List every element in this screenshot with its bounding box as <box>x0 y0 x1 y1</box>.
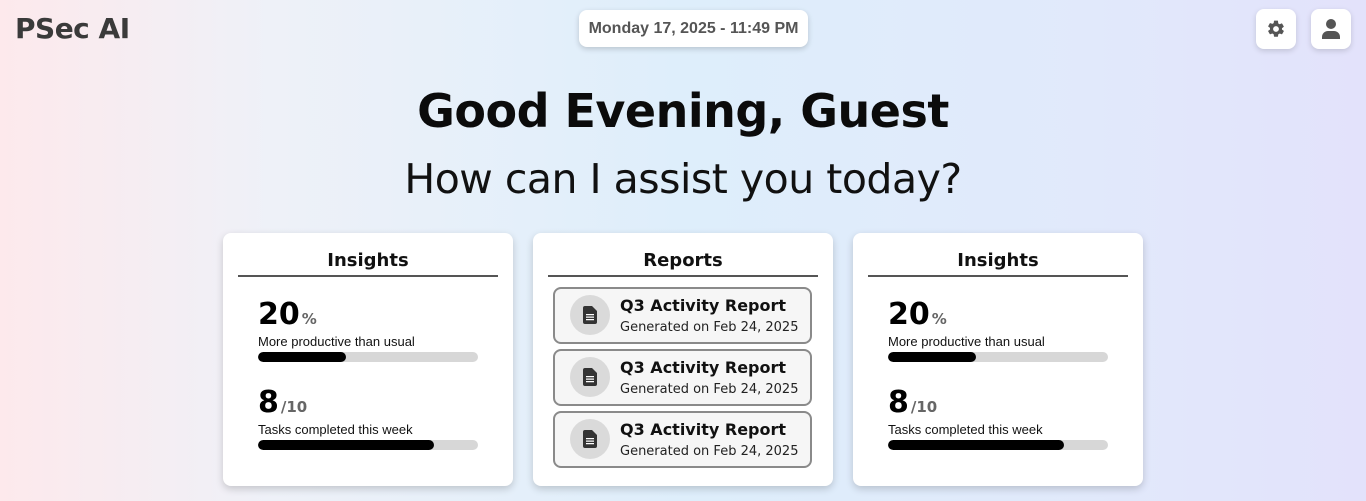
stat-unit: % <box>301 310 317 328</box>
productivity-stat: 20% More productive than usual <box>258 297 478 362</box>
progress-fill <box>888 352 976 362</box>
greeting-heading: Good Evening, Guest <box>417 84 949 138</box>
stat-label: More productive than usual <box>888 334 1045 349</box>
tasks-stat: 8/10 Tasks completed this week <box>888 385 1108 450</box>
stat-value: 20 <box>258 297 300 332</box>
insights-card-right: Insights 20% More productive than usual … <box>853 233 1143 486</box>
stat-label: Tasks completed this week <box>888 422 1043 437</box>
stat-label: More productive than usual <box>258 334 415 349</box>
progress-fill <box>258 440 434 450</box>
stat-label: Tasks completed this week <box>258 422 413 437</box>
stat-unit: /10 <box>910 398 938 416</box>
progress-bar <box>258 352 478 362</box>
stat-unit: % <box>931 310 947 328</box>
assist-subtitle: How can I assist you today? <box>404 155 962 203</box>
insights-card-left: Insights 20% More productive than usual … <box>223 233 513 486</box>
tasks-stat: 8/10 Tasks completed this week <box>258 385 478 450</box>
card-title: Insights <box>868 250 1128 277</box>
progress-fill <box>258 352 346 362</box>
card-title: Reports <box>548 250 818 277</box>
report-date: Generated on Feb 24, 2025 <box>620 444 799 459</box>
stat-value: 20 <box>888 297 930 332</box>
report-item[interactable]: Q3 Activity Report Generated on Feb 24, … <box>553 349 812 406</box>
progress-bar <box>888 352 1108 362</box>
app-logo: PSec AI <box>15 12 130 45</box>
document-icon <box>570 357 610 397</box>
user-icon <box>1322 19 1340 39</box>
progress-bar <box>888 440 1108 450</box>
report-item[interactable]: Q3 Activity Report Generated on Feb 24, … <box>553 411 812 468</box>
document-icon <box>570 295 610 335</box>
reports-card: Reports Q3 Activity Report Generated on … <box>533 233 833 486</box>
progress-fill <box>888 440 1064 450</box>
report-date: Generated on Feb 24, 2025 <box>620 320 799 335</box>
user-profile-button[interactable] <box>1311 9 1351 49</box>
stat-unit: /10 <box>280 398 308 416</box>
gear-icon <box>1268 20 1284 37</box>
progress-bar <box>258 440 478 450</box>
stat-value: 8 <box>888 385 909 420</box>
report-date: Generated on Feb 24, 2025 <box>620 382 799 397</box>
datetime-display: Monday 17, 2025 - 11:49 PM <box>579 10 808 47</box>
report-title: Q3 Activity Report <box>620 358 787 377</box>
report-title: Q3 Activity Report <box>620 296 787 315</box>
report-item[interactable]: Q3 Activity Report Generated on Feb 24, … <box>553 287 812 344</box>
productivity-stat: 20% More productive than usual <box>888 297 1108 362</box>
report-title: Q3 Activity Report <box>620 420 787 439</box>
card-title: Insights <box>238 250 498 277</box>
stat-value: 8 <box>258 385 279 420</box>
settings-button[interactable] <box>1256 9 1296 49</box>
document-icon <box>570 419 610 459</box>
